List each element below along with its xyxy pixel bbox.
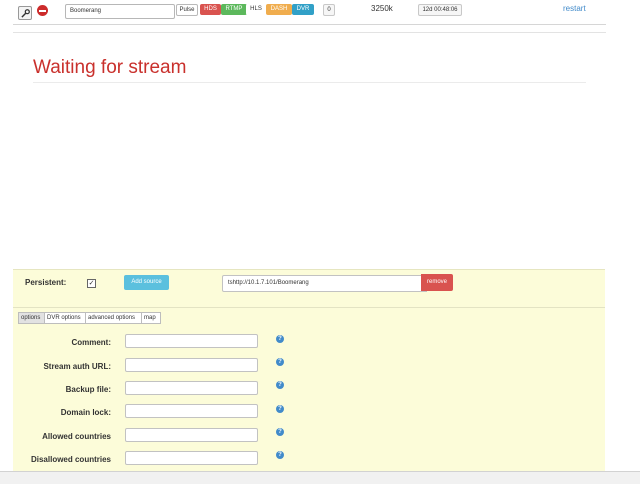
panel-divider <box>13 307 605 308</box>
disallowed-countries-label: Disallowed countries <box>30 455 111 464</box>
hls-badge[interactable]: HLS <box>246 4 266 15</box>
comment-label: Comment: <box>71 338 111 347</box>
persistent-label: Persistent: <box>25 278 67 287</box>
settings-wrench-button[interactable] <box>18 6 32 20</box>
backup-file-help-icon[interactable]: ? <box>276 381 284 389</box>
disallowed-countries-input[interactable] <box>125 451 258 465</box>
row-divider <box>13 24 606 25</box>
auth-url-input[interactable] <box>125 358 258 372</box>
domain-lock-label: Domain lock: <box>60 408 111 417</box>
auth-url-label: Stream auth URL: <box>43 362 111 371</box>
backup-file-input[interactable] <box>125 381 258 395</box>
source-url-input[interactable]: tshttp://10.1.7.101/Boomerang <box>222 275 427 292</box>
stream-name-input[interactable]: Boomerang <box>65 4 175 19</box>
allowed-countries-input[interactable] <box>125 428 258 442</box>
title-divider <box>33 82 586 83</box>
comment-help-icon[interactable]: ? <box>276 335 284 343</box>
backup-file-label: Backup file: <box>65 385 111 394</box>
hds-badge[interactable]: HDS <box>200 4 221 15</box>
domain-lock-help-icon[interactable]: ? <box>276 405 284 413</box>
stream-settings-panel <box>13 269 605 484</box>
domain-lock-input[interactable] <box>125 404 258 418</box>
persistent-checkbox[interactable]: ✓ <box>87 279 96 288</box>
restart-link[interactable]: restart <box>563 4 586 13</box>
dash-badge[interactable]: DASH <box>266 4 292 15</box>
row-divider-secondary <box>13 32 606 33</box>
rtmp-badge[interactable]: RTMP <box>221 4 247 15</box>
comment-input[interactable] <box>125 334 258 348</box>
add-source-button[interactable]: Add source <box>124 275 169 290</box>
stream-status-title: Waiting for stream <box>33 57 187 78</box>
wrench-icon <box>20 8 30 18</box>
stop-stream-icon[interactable] <box>37 5 48 16</box>
disallowed-countries-help-icon[interactable]: ? <box>276 451 284 459</box>
clients-count-badge: 0 <box>323 4 335 16</box>
horizontal-scrollbar[interactable] <box>0 471 640 484</box>
allowed-countries-help-icon[interactable]: ? <box>276 428 284 436</box>
tab-options[interactable]: options <box>18 312 46 324</box>
tab-advanced-options[interactable]: advanced options <box>85 312 143 324</box>
tab-map[interactable]: map <box>141 312 161 324</box>
pulse-badge[interactable]: Pulse <box>176 4 198 16</box>
tab-dvr-options[interactable]: DVR options <box>44 312 86 324</box>
allowed-countries-label: Allowed countries <box>42 432 111 441</box>
uptime-badge: 12d 00:48:06 <box>418 4 462 16</box>
auth-url-help-icon[interactable]: ? <box>276 358 284 366</box>
dvr-badge[interactable]: DVR <box>292 4 314 15</box>
bitrate-value: 3250k <box>371 4 393 13</box>
remove-source-button[interactable]: remove <box>421 274 453 291</box>
